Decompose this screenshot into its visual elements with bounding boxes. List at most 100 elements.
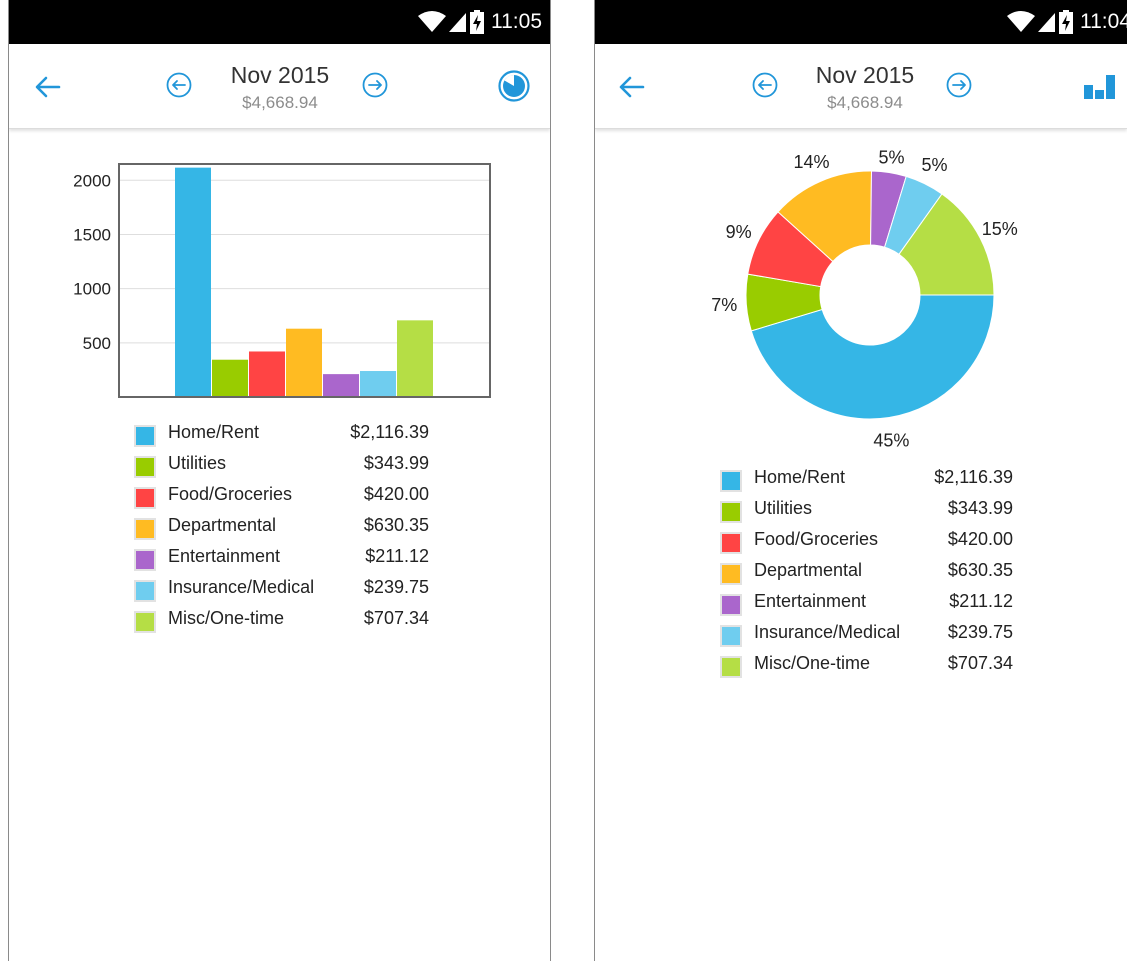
- month-title: Nov 2015: [815, 62, 915, 88]
- bar-chart: 500 1000 1500 2000: [73, 163, 491, 398]
- legend-swatch: [720, 656, 742, 678]
- screen-pie-chart: 11:04 Nov 2015 $4,668.94 45% 7% 9% 14% 5% 5% 1…: [594, 0, 1127, 961]
- legend: Home/Rent $2,116.39 Utilities $343.99 Food/G…: [720, 465, 1013, 682]
- bar-chart-icon[interactable]: [1084, 70, 1116, 102]
- slice-percent-label: 45%: [873, 430, 909, 450]
- legend-amount: $630.35: [363, 515, 429, 535]
- legend-category-name: Home/Rent: [168, 422, 260, 442]
- legend-amount: $211.12: [365, 546, 429, 566]
- y-tick-label: 1000: [73, 280, 111, 299]
- legend-category-name: Departmental: [754, 560, 863, 580]
- bar: [175, 167, 211, 397]
- status-time: 11:05: [491, 10, 542, 33]
- legend-item: Home/Rent $2,116.39: [134, 420, 429, 451]
- y-tick-label: 1500: [73, 225, 111, 244]
- month-total: $4,668.94: [827, 93, 903, 112]
- bar: [397, 320, 433, 397]
- legend-item: Home/Rent $2,116.39: [720, 465, 1013, 496]
- legend-swatch: [720, 470, 742, 492]
- arrow-left-icon[interactable]: [33, 72, 63, 102]
- bar: [249, 351, 285, 397]
- legend-amount: $2,116.39: [934, 467, 1013, 487]
- arrow-left-icon[interactable]: [617, 72, 647, 102]
- slice-percent-label: 7%: [711, 295, 737, 315]
- legend-swatch: [720, 532, 742, 554]
- legend-amount: $420.00: [363, 484, 429, 504]
- slice-percent-label: 14%: [794, 152, 830, 172]
- wifi-icon: [418, 11, 446, 32]
- bar: [212, 359, 248, 397]
- legend-swatch: [720, 625, 742, 647]
- legend-amount: $707.34: [947, 653, 1013, 673]
- legend-category-name: Entertainment: [754, 591, 867, 611]
- circle-arrow-left-icon[interactable]: [166, 72, 192, 98]
- slice-percent-label: 15%: [982, 219, 1018, 239]
- signal-icon: [1038, 13, 1055, 32]
- slice-percent-label: 5%: [921, 155, 947, 175]
- battery-charging-icon: [1059, 10, 1073, 34]
- legend-amount: $343.99: [947, 498, 1013, 518]
- legend-category-name: Home/Rent: [754, 467, 846, 487]
- bar: [286, 328, 322, 397]
- legend-item: Departmental $630.35: [720, 558, 1013, 589]
- slice-percent-label: 5%: [878, 148, 904, 168]
- legend-item: Departmental $630.35: [134, 513, 429, 544]
- legend-swatch: [134, 425, 156, 447]
- legend-amount: $2,116.39: [350, 422, 429, 442]
- month-title: Nov 2015: [230, 62, 330, 88]
- status-time: 11:04: [1080, 10, 1127, 33]
- bar: [323, 374, 359, 397]
- legend-swatch: [134, 549, 156, 571]
- legend-category-name: Departmental: [168, 515, 277, 535]
- legend-swatch: [720, 563, 742, 585]
- legend-item: Misc/One-time $707.34: [720, 651, 1013, 682]
- signal-icon: [449, 13, 466, 32]
- legend-item: Utilities $343.99: [134, 451, 429, 482]
- wifi-icon: [1007, 11, 1035, 32]
- legend-item: Food/Groceries $420.00: [720, 527, 1013, 558]
- status-bar: 11:04: [595, 0, 1127, 44]
- legend-category-name: Insurance/Medical: [754, 622, 901, 642]
- legend-amount: $630.35: [947, 560, 1013, 580]
- legend-amount: $239.75: [363, 577, 429, 597]
- legend-amount: $239.75: [947, 622, 1013, 642]
- legend-amount: $211.12: [949, 591, 1013, 611]
- donut-chart: 45% 7% 9% 14% 5% 5% 15%: [711, 148, 1018, 451]
- circle-arrow-right-icon[interactable]: [946, 72, 972, 98]
- legend-item: Insurance/Medical $239.75: [134, 575, 429, 606]
- legend-swatch: [134, 456, 156, 478]
- slice-percent-label: 9%: [726, 222, 752, 242]
- legend-category-name: Misc/One-time: [754, 653, 871, 673]
- circle-arrow-right-icon[interactable]: [362, 72, 388, 98]
- legend-swatch: [134, 518, 156, 540]
- legend: Home/Rent $2,116.39 Utilities $343.99 Food/G…: [134, 420, 429, 637]
- status-bar: 11:05: [9, 0, 550, 44]
- legend-category-name: Food/Groceries: [168, 484, 293, 504]
- month-total: $4,668.94: [242, 93, 318, 112]
- legend-swatch: [134, 487, 156, 509]
- legend-category-name: Utilities: [168, 453, 227, 473]
- legend-swatch: [134, 580, 156, 602]
- legend-category-name: Insurance/Medical: [168, 577, 315, 597]
- legend-item: Insurance/Medical $239.75: [720, 620, 1013, 651]
- pie-chart-icon[interactable]: [498, 70, 530, 102]
- circle-arrow-left-icon[interactable]: [752, 72, 778, 98]
- y-tick-label: 500: [83, 334, 111, 353]
- battery-charging-icon: [470, 10, 484, 34]
- legend-swatch: [720, 501, 742, 523]
- app-bar: Nov 2015 $4,668.94: [9, 44, 550, 129]
- legend-item: Misc/One-time $707.34: [134, 606, 429, 637]
- screen-bar-chart: 11:05 Nov 2015 $4,668.94 500 1000 1500 2000…: [8, 0, 551, 961]
- legend-amount: $420.00: [947, 529, 1013, 549]
- legend-category-name: Misc/One-time: [168, 608, 285, 628]
- legend-item: Food/Groceries $420.00: [134, 482, 429, 513]
- app-bar: Nov 2015 $4,668.94: [595, 44, 1127, 129]
- legend-swatch: [720, 594, 742, 616]
- legend-item: Entertainment $211.12: [720, 589, 1013, 620]
- legend-item: Utilities $343.99: [720, 496, 1013, 527]
- legend-swatch: [134, 611, 156, 633]
- y-tick-label: 2000: [73, 171, 111, 190]
- legend-item: Entertainment $211.12: [134, 544, 429, 575]
- legend-category-name: Food/Groceries: [754, 529, 879, 549]
- legend-amount: $343.99: [363, 453, 429, 473]
